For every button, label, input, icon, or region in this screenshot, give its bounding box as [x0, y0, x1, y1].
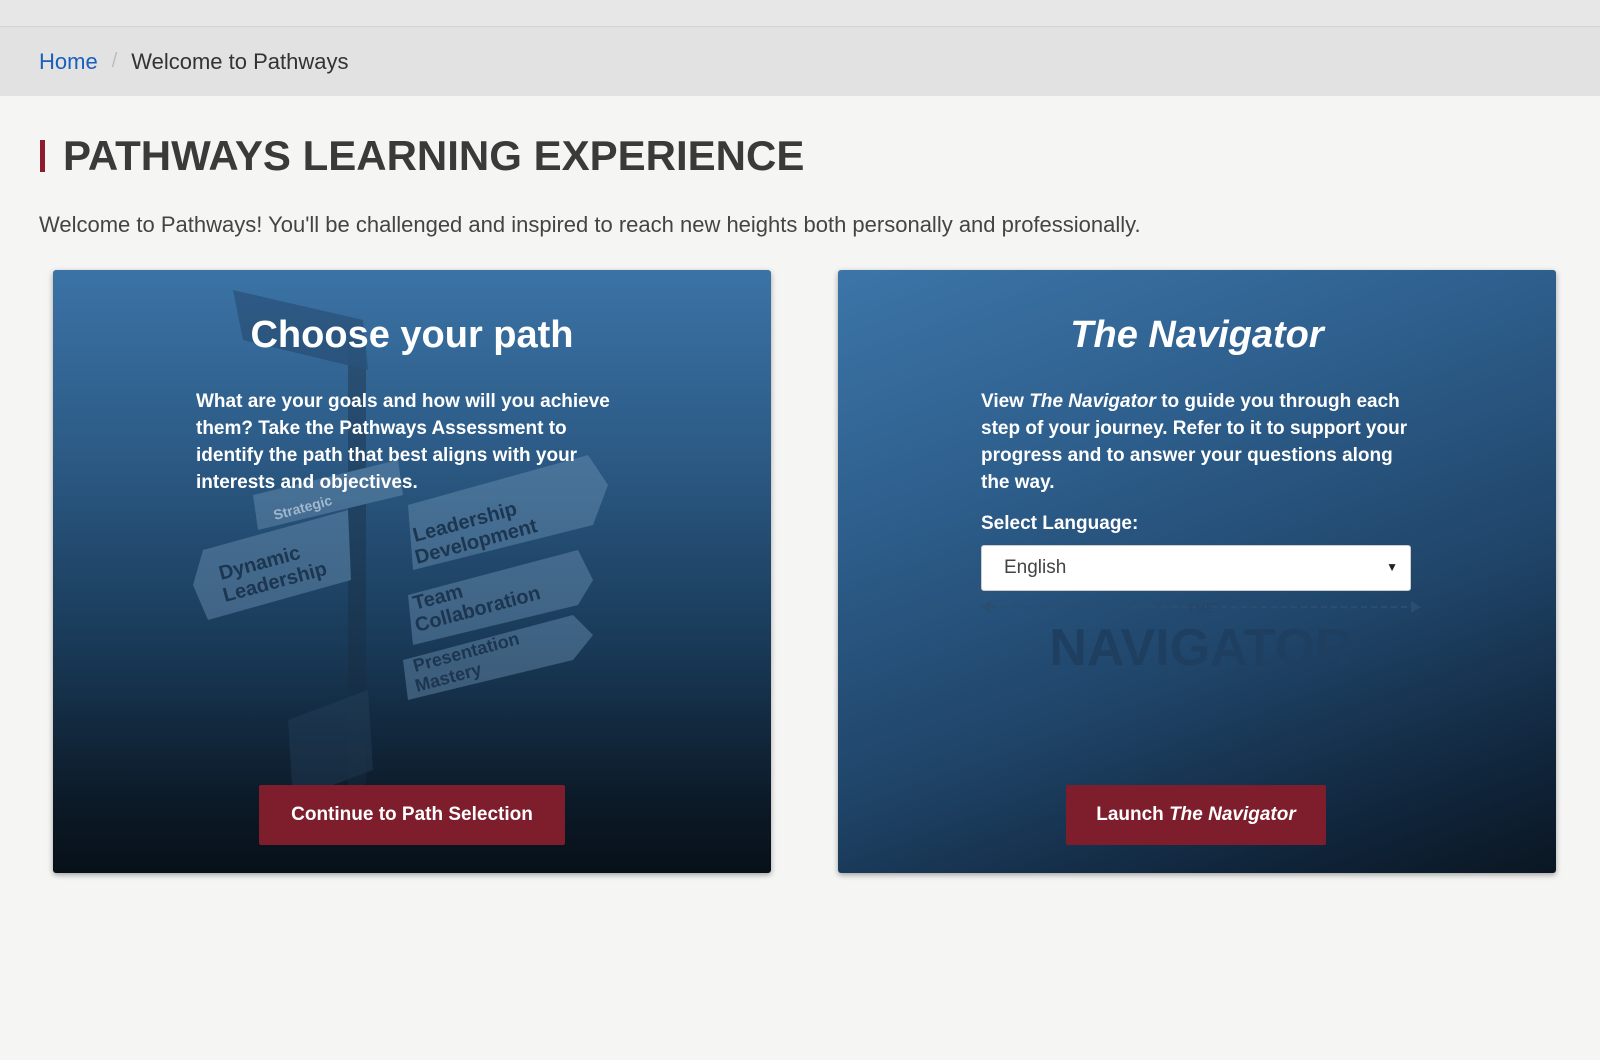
intro-text: Welcome to Pathways! You'll be challenge…	[39, 212, 1141, 237]
language-selected-value: English	[1004, 557, 1067, 578]
navigator-watermark: THE NAVIGATOR	[981, 600, 1421, 677]
browser-top-strip	[0, 0, 1600, 27]
launch-navigator-prefix: Launch	[1096, 804, 1170, 825]
navigator-desc-prefix: View	[981, 391, 1030, 412]
choose-path-title: Choose your path	[250, 314, 574, 356]
choose-path-description: What are your goals and how will you ach…	[196, 391, 610, 493]
breadcrumb: Home / Welcome to Pathways	[0, 27, 1600, 96]
watermark-the: THE	[1187, 600, 1215, 616]
select-language-label: Select Language:	[981, 513, 1139, 534]
breadcrumb-current: Welcome to Pathways	[131, 48, 349, 74]
language-select[interactable]: English ▼	[981, 545, 1411, 591]
chevron-down-icon: ▼	[1386, 560, 1398, 574]
navigator-description: View The Navigator to guide you through …	[981, 388, 1421, 496]
page-title: PATHWAYS LEARNING EXPERIENCE	[63, 132, 805, 179]
navigator-card: The Navigator View The Navigator to guid…	[838, 270, 1556, 873]
continue-to-path-selection-button[interactable]: Continue to Path Selection	[259, 785, 565, 845]
breadcrumb-separator: /	[111, 50, 118, 72]
navigator-title: The Navigator	[1070, 314, 1324, 356]
title-accent-bar	[40, 140, 45, 172]
launch-navigator-italic: The Navigator	[1169, 804, 1296, 825]
signpost-illustration: Strategic Dynamic Leadership Leadership …	[193, 290, 608, 800]
navigator-desc-italic: The Navigator	[1029, 391, 1156, 412]
launch-navigator-button[interactable]: Launch The Navigator	[1066, 785, 1326, 845]
breadcrumb-home-link[interactable]: Home	[39, 49, 98, 75]
choose-path-card: Strategic Dynamic Leadership Leadership …	[53, 270, 771, 873]
watermark-navigator: NAVIGATOR	[1049, 619, 1352, 677]
page-title-block: PATHWAYS LEARNING EXPERIENCE	[40, 132, 804, 180]
